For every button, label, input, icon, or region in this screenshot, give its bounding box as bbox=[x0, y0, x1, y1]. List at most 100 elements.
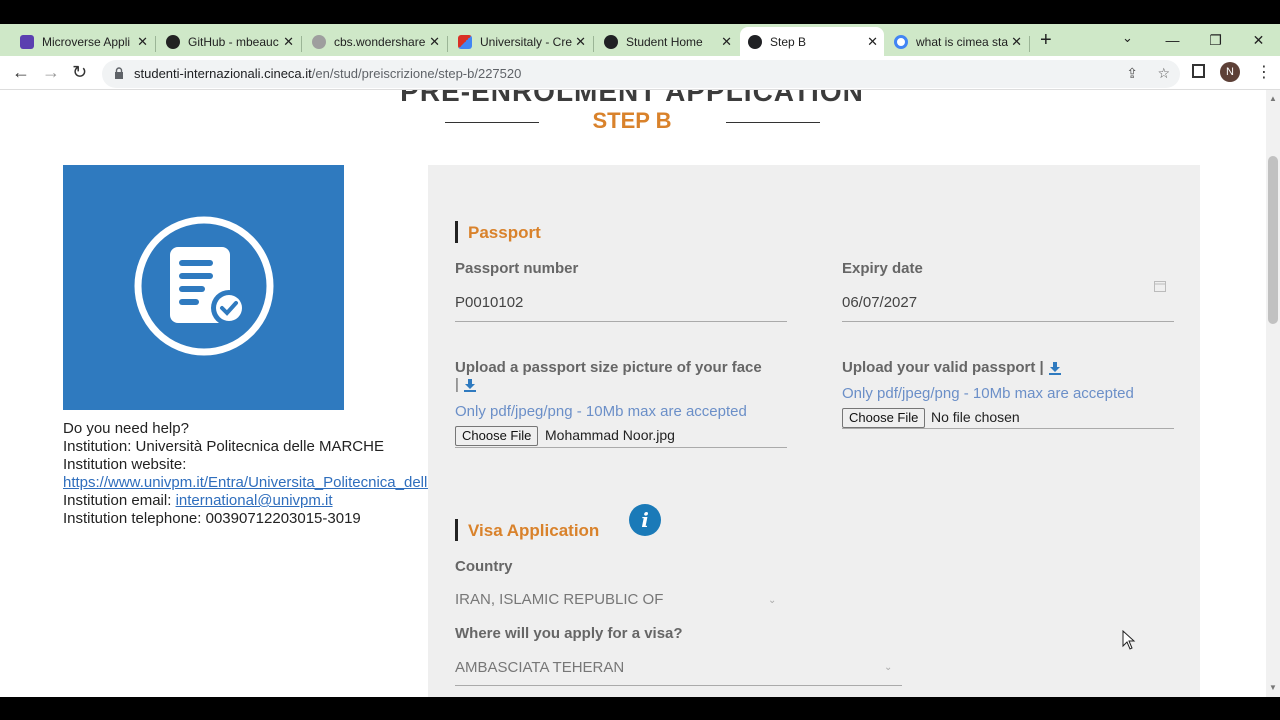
minimize-icon[interactable]: — bbox=[1151, 32, 1194, 48]
visa-location-label: Where will you apply for a visa? bbox=[455, 625, 683, 642]
close-window-icon[interactable]: ✕ bbox=[1237, 32, 1280, 49]
close-icon[interactable]: ✕ bbox=[137, 34, 148, 50]
step-title: STEP B bbox=[592, 108, 672, 133]
email-label: Institution email: bbox=[63, 492, 176, 509]
passport-number-label: Passport number bbox=[455, 260, 579, 277]
tab-wondershare[interactable]: cbs.wondershare ✕ bbox=[304, 27, 446, 56]
info-icon[interactable]: i bbox=[629, 504, 661, 536]
star-icon[interactable]: ☆ bbox=[1157, 65, 1170, 81]
passport-section-title: Passport bbox=[455, 221, 541, 243]
tab-label: what is cimea sta bbox=[916, 34, 1008, 49]
visa-location-underline bbox=[455, 685, 902, 686]
chevron-down-icon[interactable]: ⌄ bbox=[768, 595, 776, 606]
tab-universitaly[interactable]: Universitaly - Cre ✕ bbox=[450, 27, 592, 56]
institution-name: Università Politecnica delle MARCHE bbox=[135, 438, 384, 455]
expiry-date-label: Expiry date bbox=[842, 260, 923, 277]
form-panel: Passport Passport number P0010102 Expiry… bbox=[428, 165, 1200, 697]
window-controls: — ❐ ✕ bbox=[1151, 24, 1280, 56]
email-link[interactable]: international@univpm.it bbox=[176, 492, 333, 509]
url-host: studenti-internazionali.cineca.it bbox=[134, 66, 312, 81]
browser-window: Microverse Appli ✕ GitHub - mbeauc ✕ cbs… bbox=[0, 0, 1280, 720]
calendar-icon[interactable] bbox=[1154, 280, 1166, 292]
tab-strip: Microverse Appli ✕ GitHub - mbeauc ✕ cbs… bbox=[0, 24, 1280, 56]
close-icon[interactable]: ✕ bbox=[721, 34, 732, 50]
close-icon[interactable]: ✕ bbox=[429, 34, 440, 50]
globe-icon bbox=[748, 34, 762, 49]
globe-icon bbox=[312, 34, 326, 49]
institution-label: Institution: bbox=[63, 438, 136, 455]
top-letterbox bbox=[0, 0, 1280, 24]
scroll-up-icon[interactable]: ▲ bbox=[1269, 94, 1277, 103]
mouse-cursor-icon bbox=[1122, 630, 1136, 650]
back-icon[interactable]: ← bbox=[12, 62, 30, 83]
close-icon[interactable]: ✕ bbox=[867, 34, 878, 50]
scroll-down-icon[interactable]: ▼ bbox=[1269, 683, 1277, 692]
photo-format-note: Only pdf/jpeg/png - 10Mb max are accepte… bbox=[455, 403, 747, 420]
avatar[interactable]: N bbox=[1220, 62, 1240, 82]
help-box: Do you need help? Institution: Universit… bbox=[63, 420, 428, 528]
bottom-letterbox bbox=[0, 697, 1280, 720]
phone-label: Institution telephone: bbox=[63, 510, 206, 527]
expiry-date-underline bbox=[842, 321, 1174, 322]
tab-cimea[interactable]: what is cimea sta ✕ bbox=[886, 27, 1028, 56]
menu-icon[interactable]: ⋮ bbox=[1256, 62, 1272, 82]
download-icon[interactable] bbox=[463, 378, 477, 393]
phone-line: Institution telephone: 00390712203015-30… bbox=[63, 510, 428, 528]
passport-format-note: Only pdf/jpeg/png - 10Mb max are accepte… bbox=[842, 385, 1134, 402]
visa-location-select[interactable]: AMBASCIATA TEHERAN bbox=[455, 659, 624, 676]
tab-label: Universitaly - Cre bbox=[480, 34, 572, 49]
tab-label: GitHub - mbeauc bbox=[188, 34, 279, 49]
address-bar[interactable]: studenti-internazionali.cineca.it/en/stu… bbox=[102, 60, 1180, 88]
tab-label: Student Home bbox=[626, 34, 703, 49]
phone-number: 00390712203015-3019 bbox=[205, 510, 361, 527]
tab-microverse[interactable]: Microverse Appli ✕ bbox=[12, 27, 154, 56]
passport-number-underline bbox=[455, 321, 787, 322]
chevron-down-icon[interactable]: ⌄ bbox=[884, 662, 892, 673]
photo-upload-label: Upload a passport size picture of your f… bbox=[455, 359, 762, 376]
tab-student-home[interactable]: Student Home ✕ bbox=[596, 27, 738, 56]
passport-number-input[interactable]: P0010102 bbox=[455, 294, 523, 311]
passport-upload-label-text: Upload your valid passport | bbox=[842, 359, 1044, 376]
close-icon[interactable]: ✕ bbox=[1011, 34, 1022, 50]
tab-label: Microverse Appli bbox=[42, 34, 131, 49]
side-panel-icon[interactable] bbox=[1192, 64, 1205, 78]
chevron-down-icon[interactable]: ⌄ bbox=[1122, 30, 1133, 46]
download-icon[interactable] bbox=[1048, 361, 1062, 376]
reload-icon[interactable]: ↻ bbox=[72, 62, 87, 83]
expiry-date-input[interactable]: 06/07/2027 bbox=[842, 294, 917, 311]
photo-choose-file-button[interactable]: Choose File bbox=[455, 426, 539, 446]
document-logo bbox=[63, 165, 344, 410]
passport-choose-file-button[interactable]: Choose File bbox=[842, 408, 926, 428]
passport-file-name: No file chosen bbox=[931, 409, 1020, 425]
forward-icon[interactable]: → bbox=[42, 62, 60, 83]
close-icon[interactable]: ✕ bbox=[283, 34, 294, 50]
divider bbox=[445, 122, 539, 123]
tab-separator bbox=[447, 36, 448, 52]
country-select[interactable]: IRAN, ISLAMIC REPUBLIC OF bbox=[455, 591, 663, 608]
tab-github[interactable]: GitHub - mbeauc ✕ bbox=[158, 27, 300, 56]
website-label: Institution website: bbox=[63, 456, 187, 473]
page-title: PRE-ENROLMENT APPLICATION bbox=[400, 90, 864, 107]
tab-separator bbox=[1029, 36, 1030, 52]
help-question: Do you need help? bbox=[63, 420, 189, 437]
passport-upload-label: Upload your valid passport | bbox=[842, 359, 1062, 376]
new-tab-icon[interactable]: + bbox=[1040, 29, 1052, 52]
restore-icon[interactable]: ❐ bbox=[1194, 32, 1237, 49]
country-label: Country bbox=[455, 558, 513, 575]
email-line: Institution email: international@univpm.… bbox=[63, 492, 428, 510]
page-content: PRE-ENROLMENT APPLICATION STEP B Do you … bbox=[0, 90, 1266, 697]
scrollbar-thumb[interactable] bbox=[1268, 156, 1278, 324]
close-icon[interactable]: ✕ bbox=[575, 34, 586, 50]
tab-separator bbox=[593, 36, 594, 52]
toolbar: ← → ↻ studenti-internazionali.cineca.it/… bbox=[0, 56, 1280, 90]
url-path: /en/stud/preiscrizione/step-b/227520 bbox=[311, 66, 522, 81]
omnibox-actions: ⇪ ☆ bbox=[1126, 65, 1170, 82]
document-check-icon bbox=[134, 216, 274, 356]
share-icon[interactable]: ⇪ bbox=[1126, 65, 1138, 81]
google-icon bbox=[894, 34, 908, 49]
page-scrollbar[interactable]: ▲ ▼ bbox=[1266, 90, 1280, 697]
photo-download-row: | bbox=[455, 376, 477, 393]
tab-step-b[interactable]: Step B ✕ bbox=[740, 27, 884, 56]
lock-icon bbox=[115, 67, 123, 79]
website-link[interactable]: https://www.univpm.it/Entra/Universita_P… bbox=[63, 474, 428, 491]
